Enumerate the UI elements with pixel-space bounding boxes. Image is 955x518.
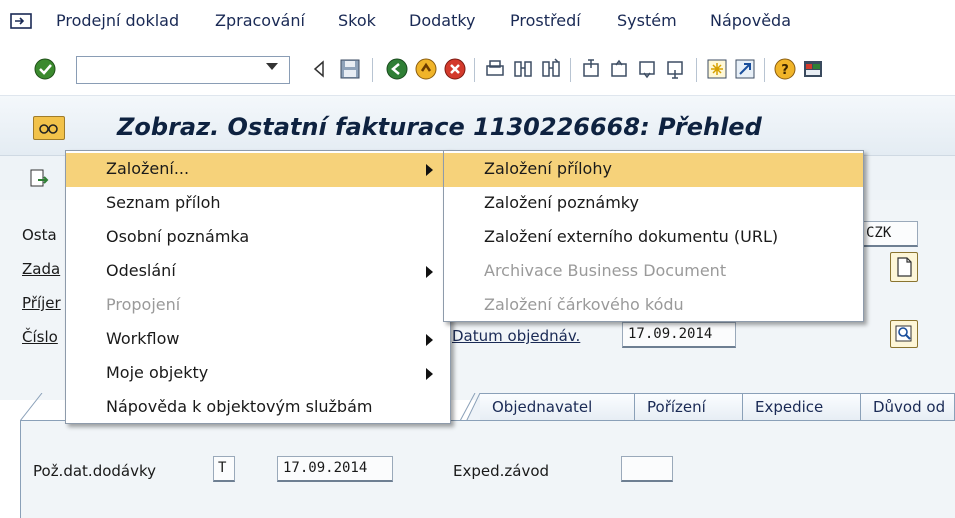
menu-dodatky[interactable]: Dodatky xyxy=(409,11,476,30)
print-icon[interactable] xyxy=(484,56,506,82)
menu-item-label: Založení poznámky xyxy=(484,193,639,212)
svg-text:?: ? xyxy=(781,63,789,78)
glasses-pencil-icon xyxy=(39,124,58,134)
standard-toolbar: ? xyxy=(0,44,955,96)
menu-system[interactable]: Systém xyxy=(617,11,677,30)
label-zadavatel[interactable]: Zada xyxy=(22,260,60,278)
tab-porizeni[interactable]: Pořízení xyxy=(635,393,743,421)
page-title: Zobraz. Ostatní fakturace 1130226668: Př… xyxy=(117,113,762,141)
previous-page-icon[interactable] xyxy=(608,56,630,82)
tab-label: Pořízení xyxy=(647,398,706,416)
last-page-icon[interactable] xyxy=(664,56,686,82)
submenu-item-zalozeni-carkoveho-kodu: Založení čárkového kódu xyxy=(444,289,863,323)
menu-bar: Prodejní doklad Zpracování Skok Dodatky … xyxy=(0,0,955,44)
menu-item-label: Odeslání xyxy=(106,261,176,280)
menu-item-osobni-poznamka[interactable]: Osobní poznámka xyxy=(66,221,450,255)
tab-objednavatel[interactable]: Objednavatel xyxy=(466,393,635,422)
submenu-item-zalozeni-prilohy[interactable]: Založení přílohy xyxy=(444,153,863,187)
object-services-menu: Založení... Seznam příloh Osobní poznámk… xyxy=(65,150,451,424)
create-shortcut-icon[interactable] xyxy=(734,56,756,82)
menu-item-label: Propojení xyxy=(106,295,181,314)
menu-item-zalozeni[interactable]: Založení... xyxy=(66,153,450,187)
new-session-icon[interactable] xyxy=(706,56,728,82)
label-datum-objednavky[interactable]: Datum objednáv. xyxy=(452,327,580,345)
menu-prodejni-doklad[interactable]: Prodejní doklad xyxy=(56,11,179,30)
tab-duvod-odmitnuti[interactable]: Důvod od xyxy=(861,393,955,421)
cancel-icon[interactable] xyxy=(444,56,466,82)
display-change-toggle-button[interactable] xyxy=(33,116,65,140)
submenu-arrow-icon xyxy=(426,334,433,346)
pozadovane-datum-dodavky-field[interactable]: 17.09.2014 xyxy=(277,456,393,482)
submenu-item-archivace-business-document: Archivace Business Document xyxy=(444,255,863,289)
exit-icon[interactable] xyxy=(415,56,437,82)
expedicni-zavod-field[interactable] xyxy=(621,456,673,482)
enter-checkmark-icon[interactable] xyxy=(34,56,56,82)
menu-item-propojeni: Propojení xyxy=(66,289,450,323)
toolbar-separator xyxy=(474,58,475,82)
tab-expedice[interactable]: Expedice xyxy=(743,393,861,421)
submenu-arrow-icon xyxy=(426,368,433,380)
pozadovane-datum-typ-field[interactable]: T xyxy=(213,456,235,482)
toolbar-separator xyxy=(570,58,571,82)
app-menu-icon[interactable] xyxy=(10,12,32,30)
menu-item-label: Seznam příloh xyxy=(106,193,221,212)
partner-details-button[interactable] xyxy=(890,320,918,348)
toolbar-separator xyxy=(764,58,765,82)
tab-label: Důvod od xyxy=(873,398,946,416)
label-expedicni-zavod: Exped.závod xyxy=(453,462,550,480)
menu-item-label: Založení... xyxy=(106,159,190,178)
datum-objednavky-field[interactable]: 17.09.2014 xyxy=(622,322,736,348)
menu-item-label: Osobní poznámka xyxy=(106,227,250,246)
label-cislo[interactable]: Číslo xyxy=(22,328,58,346)
menu-item-odeslani[interactable]: Odeslání xyxy=(66,255,450,289)
menu-item-label: Nápověda k objektovým službám xyxy=(106,397,373,416)
menu-item-label: Archivace Business Document xyxy=(484,261,727,280)
command-field[interactable] xyxy=(76,56,290,84)
find-next-icon[interactable] xyxy=(540,56,562,82)
menu-item-moje-objekty[interactable]: Moje objekty xyxy=(66,357,450,391)
submenu-item-zalozeni-externiho-dokumentu[interactable]: Založení externího dokumentu (URL) xyxy=(444,221,863,255)
customize-layout-icon[interactable] xyxy=(802,56,824,82)
menu-prostredi[interactable]: Prostředí xyxy=(510,11,581,30)
label-prijemce[interactable]: Příjer xyxy=(22,294,61,312)
submenu-arrow-icon xyxy=(426,164,433,176)
first-page-icon[interactable] xyxy=(580,56,602,82)
currency-field[interactable]: CZK xyxy=(860,221,918,247)
zalozeni-submenu: Založení přílohy Založení poznámky Založ… xyxy=(443,150,864,322)
menu-item-workflow[interactable]: Workflow xyxy=(66,323,450,357)
toolbar-separator xyxy=(372,58,373,82)
label-ostatni-fakturace: Osta xyxy=(22,226,57,244)
menu-item-label: Workflow xyxy=(106,329,180,348)
document-flow-icon[interactable] xyxy=(28,168,50,190)
menu-item-label: Založení externího dokumentu (URL) xyxy=(484,227,779,246)
menu-skok[interactable]: Skok xyxy=(338,11,376,30)
menu-item-label: Založení čárkového kódu xyxy=(484,295,684,314)
find-icon[interactable] xyxy=(512,56,534,82)
submenu-arrow-icon xyxy=(426,266,433,278)
menu-zpracovani[interactable]: Zpracování xyxy=(215,11,305,30)
next-page-icon[interactable] xyxy=(636,56,658,82)
menu-item-napoveda-k-objektovym-sluzbam[interactable]: Nápověda k objektovým službám xyxy=(66,391,450,425)
command-dropdown-arrow-icon[interactable] xyxy=(266,63,278,70)
blank-document-icon xyxy=(897,257,912,277)
menu-napoveda[interactable]: Nápověda xyxy=(710,11,791,30)
collapse-toolbar-icon[interactable] xyxy=(308,56,330,82)
menu-item-label: Moje objekty xyxy=(106,363,209,382)
menu-item-label: Založení přílohy xyxy=(484,159,612,178)
help-icon[interactable]: ? xyxy=(774,56,796,82)
toolbar-separator xyxy=(696,58,697,82)
label-pozadovane-datum-dodavky: Pož.dat.dodávky xyxy=(33,462,157,480)
save-icon[interactable] xyxy=(339,56,361,82)
back-icon[interactable] xyxy=(386,56,408,82)
submenu-item-zalozeni-poznamky[interactable]: Založení poznámky xyxy=(444,187,863,221)
magnifier-document-icon xyxy=(895,325,912,342)
tab-label: Objednavatel xyxy=(492,398,593,416)
menu-item-seznam-priloh[interactable]: Seznam příloh xyxy=(66,187,450,221)
tab-label: Expedice xyxy=(755,398,824,416)
document-display-button[interactable] xyxy=(890,252,918,282)
